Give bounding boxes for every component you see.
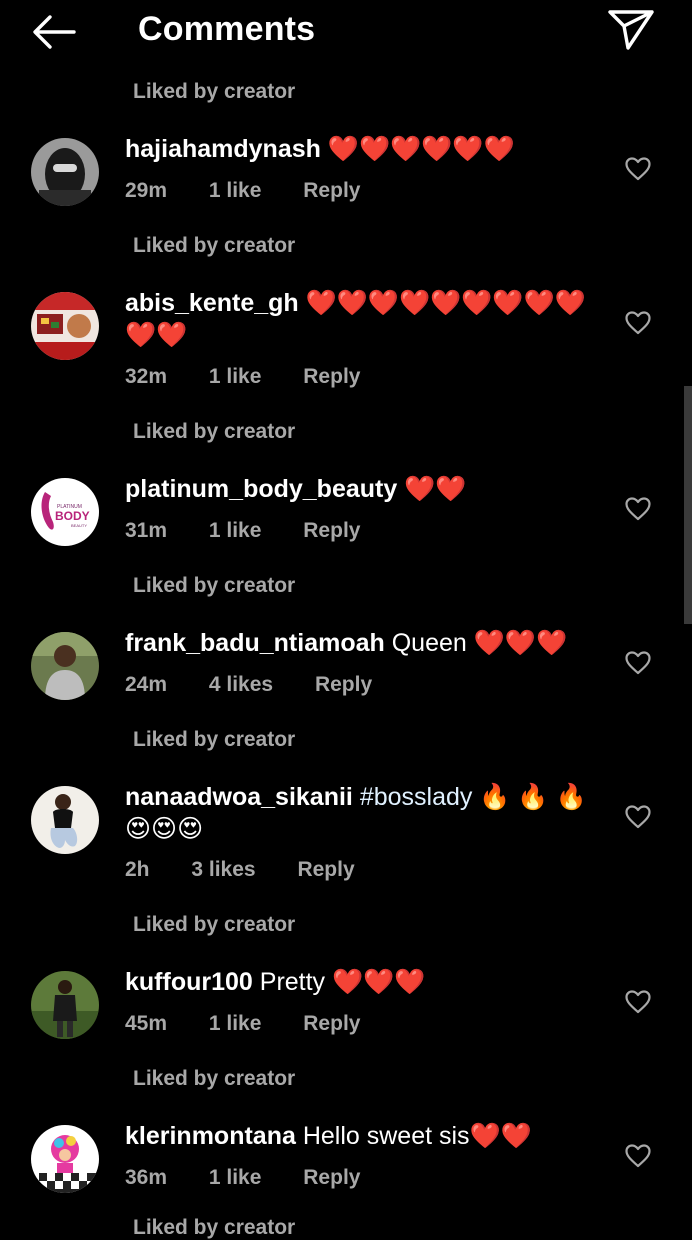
liked-by-creator-label: Liked by creator: [133, 1216, 296, 1239]
heart-outline-icon: [625, 311, 651, 335]
comment-username[interactable]: kuffour100: [125, 968, 253, 996]
heart-outline-icon: [625, 497, 651, 521]
comment-username[interactable]: nanaadwoa_sikanii: [125, 783, 353, 811]
comment-meta: 36m 1 like Reply: [125, 1166, 396, 1190]
comment-time: 45m: [125, 1012, 168, 1035]
reply-button[interactable]: Reply: [297, 858, 354, 881]
comment-time: 36m: [125, 1166, 168, 1189]
liked-by-creator-label: Liked by creator: [133, 913, 296, 936]
page-title: Comments: [138, 10, 316, 48]
liked-by-creator-label: Liked by creator: [133, 574, 296, 597]
comment-meta: 31m 1 like Reply: [125, 519, 396, 543]
comment-time: 29m: [125, 179, 168, 202]
like-button[interactable]: [624, 1143, 652, 1169]
heart-outline-icon: [625, 157, 651, 181]
avatar-text-bottom: BEAUTY: [71, 523, 87, 528]
send-icon: [608, 10, 654, 50]
heart-outline-icon: [625, 805, 651, 829]
liked-by-creator-label: Liked by creator: [133, 420, 296, 443]
comment-time: 32m: [125, 365, 168, 388]
comment-text: nanaadwoa_sikanii #bosslady 🔥 🔥 🔥 😍😍😍: [125, 781, 595, 845]
comment-likes[interactable]: 1 like: [209, 365, 262, 388]
header-bar: Comments: [0, 0, 692, 64]
reply-button[interactable]: Reply: [303, 1166, 360, 1189]
comment-text: kuffour100 Pretty ❤️❤️❤️: [125, 966, 595, 998]
comment-likes[interactable]: 1 like: [209, 519, 262, 542]
back-button[interactable]: [30, 12, 78, 52]
share-button[interactable]: [606, 8, 656, 52]
like-button[interactable]: [624, 156, 652, 182]
liked-by-creator-label: Liked by creator: [133, 80, 296, 103]
comment-text: frank_badu_ntiamoah Queen ❤️❤️❤️: [125, 627, 595, 659]
reply-button[interactable]: Reply: [303, 365, 360, 388]
reply-button[interactable]: Reply: [303, 1012, 360, 1035]
comment-meta: 45m 1 like Reply: [125, 1012, 396, 1036]
liked-by-creator-label: Liked by creator: [133, 234, 296, 257]
comment-username[interactable]: klerinmontana: [125, 1122, 296, 1150]
comment-text: platinum_body_beauty ❤️❤️: [125, 473, 595, 505]
avatar[interactable]: [31, 1125, 99, 1193]
liked-by-creator-label: Liked by creator: [133, 728, 296, 751]
avatar[interactable]: [31, 292, 99, 360]
comment-username[interactable]: abis_kente_gh: [125, 289, 299, 317]
avatar[interactable]: [31, 786, 99, 854]
like-button[interactable]: [624, 989, 652, 1015]
comment-meta: 29m 1 like Reply: [125, 179, 396, 203]
avatar[interactable]: [31, 138, 99, 206]
comment-likes[interactable]: 1 like: [209, 1166, 262, 1189]
reply-button[interactable]: Reply: [315, 673, 372, 696]
avatar-text-main: BODY: [55, 509, 90, 523]
comment-likes[interactable]: 1 like: [209, 179, 262, 202]
scrollbar[interactable]: [684, 386, 692, 624]
comment-likes[interactable]: 4 likes: [209, 673, 273, 696]
reply-button[interactable]: Reply: [303, 519, 360, 542]
comment-time: 31m: [125, 519, 168, 542]
avatar[interactable]: [31, 632, 99, 700]
heart-outline-icon: [625, 651, 651, 675]
arrow-left-icon: [33, 15, 76, 49]
comment-hashtag[interactable]: #bosslady: [360, 783, 473, 811]
heart-outline-icon: [625, 1144, 651, 1168]
like-button[interactable]: [624, 650, 652, 676]
avatar[interactable]: PLATINUM BODY BEAUTY: [31, 478, 99, 546]
comment-username[interactable]: platinum_body_beauty: [125, 475, 397, 503]
comment-time: 24m: [125, 673, 168, 696]
like-button[interactable]: [624, 804, 652, 830]
comment-likes[interactable]: 1 like: [209, 1012, 262, 1035]
comment-text: abis_kente_gh ❤️❤️❤️❤️❤️❤️❤️❤️❤️❤️❤️: [125, 287, 595, 351]
comment-meta: 2h 3 likes Reply: [125, 858, 391, 882]
reply-button[interactable]: Reply: [303, 179, 360, 202]
comment-username[interactable]: frank_badu_ntiamoah: [125, 629, 385, 657]
comment-body: ❤️❤️: [404, 475, 467, 503]
comment-text: klerinmontana Hello sweet sis❤️❤️: [125, 1120, 595, 1152]
like-button[interactable]: [624, 310, 652, 336]
comment-body: Queen ❤️❤️❤️: [391, 629, 568, 657]
comment-meta: 24m 4 likes Reply: [125, 673, 408, 697]
comment-meta: 32m 1 like Reply: [125, 365, 396, 389]
liked-by-creator-label: Liked by creator: [133, 1067, 296, 1090]
comment-text: hajiahamdynash ❤️❤️❤️❤️❤️❤️: [125, 133, 595, 165]
comment-body: ❤️❤️❤️❤️❤️❤️: [327, 135, 515, 163]
comment-likes[interactable]: 3 likes: [191, 858, 255, 881]
comment-time: 2h: [125, 858, 150, 881]
heart-outline-icon: [625, 990, 651, 1014]
avatar[interactable]: [31, 971, 99, 1039]
comment-body: Pretty ❤️❤️❤️: [259, 968, 426, 996]
comment-body: Hello sweet sis❤️❤️: [302, 1122, 532, 1150]
like-button[interactable]: [624, 496, 652, 522]
comment-username[interactable]: hajiahamdynash: [125, 135, 321, 163]
